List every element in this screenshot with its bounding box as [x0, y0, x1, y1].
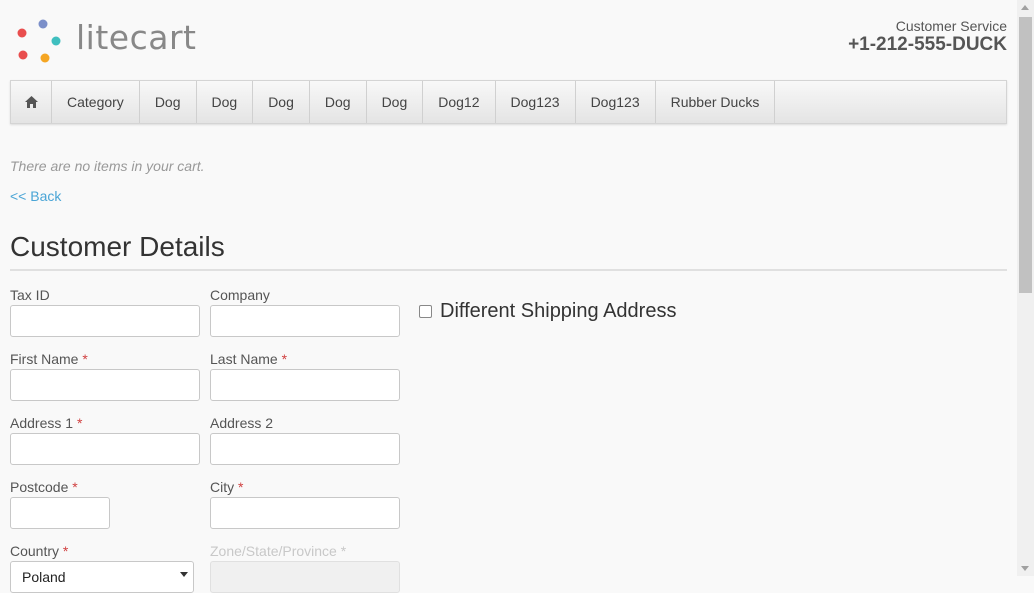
home-link[interactable]	[11, 81, 52, 123]
section-divider	[10, 269, 1007, 271]
address1-label-text: Address 1	[10, 415, 74, 431]
vertical-scrollbar[interactable]	[1017, 0, 1034, 576]
first-name-label-text: First Name	[10, 351, 79, 367]
required-marker: *	[82, 351, 88, 367]
menu-item-dog123[interactable]: Dog123	[576, 81, 656, 123]
last-name-label-text: Last Name	[210, 351, 278, 367]
required-marker: *	[72, 479, 78, 495]
tax-id-field[interactable]	[10, 305, 200, 337]
city-field[interactable]	[210, 497, 400, 529]
different-shipping-label: Different Shipping Address	[440, 300, 677, 322]
postcode-label: Postcode *	[10, 479, 78, 495]
required-marker: *	[238, 479, 244, 495]
logo-text: litecart	[76, 18, 197, 57]
menu-item-dog[interactable]: Dog	[197, 81, 254, 123]
postcode-field[interactable]	[10, 497, 110, 529]
company-label: Company	[210, 287, 270, 303]
site-menu: Category Dog Dog Dog Dog Dog Dog12 Dog12…	[10, 80, 1007, 124]
menu-item-dog123[interactable]: Dog123	[496, 81, 576, 123]
required-marker: *	[340, 543, 347, 559]
scrollbar-thumb[interactable]	[1019, 17, 1032, 293]
first-name-label: First Name *	[10, 351, 88, 367]
different-shipping-option[interactable]: Different Shipping Address	[419, 300, 676, 323]
zone-select[interactable]	[210, 561, 400, 593]
menu-item-dog[interactable]: Dog	[140, 81, 197, 123]
company-field[interactable]	[210, 305, 400, 337]
customer-details-title: Customer Details	[10, 231, 225, 262]
home-icon	[24, 96, 38, 108]
logo[interactable]: litecart	[14, 16, 224, 66]
menu-item-rubber-ducks[interactable]: Rubber Ducks	[656, 81, 776, 123]
required-marker: *	[62, 543, 69, 559]
back-link[interactable]: << Back	[10, 188, 61, 204]
postcode-label-text: Postcode	[10, 479, 69, 495]
country-label: Country *	[10, 543, 68, 559]
menu-item-dog12[interactable]: Dog12	[423, 81, 496, 123]
customer-service-label: Customer Service	[895, 18, 1007, 34]
last-name-field[interactable]	[210, 369, 400, 401]
menu-item-dog[interactable]: Dog	[253, 81, 310, 123]
required-marker: *	[76, 415, 83, 431]
different-shipping-checkbox[interactable]	[419, 305, 432, 318]
required-marker: *	[281, 351, 288, 367]
address1-label: Address 1 *	[10, 415, 82, 431]
scroll-up-arrow-icon[interactable]	[1021, 5, 1029, 10]
customer-service-phone: +1-212-555-DUCK	[848, 34, 1007, 55]
country-label-text: Country	[10, 543, 60, 559]
country-select-value: Poland	[22, 569, 66, 585]
last-name-label: Last Name *	[210, 351, 287, 367]
empty-cart-message: There are no items in your cart.	[10, 158, 205, 174]
scroll-down-arrow-icon[interactable]	[1021, 566, 1029, 571]
menu-item-category[interactable]: Category	[52, 81, 140, 123]
zone-label-text: Zone/State/Province	[210, 543, 337, 559]
city-label-text: City	[210, 479, 235, 495]
address1-field[interactable]	[10, 433, 200, 465]
first-name-field[interactable]	[10, 369, 200, 401]
chevron-down-icon	[180, 572, 188, 577]
tax-id-label: Tax ID	[10, 287, 50, 303]
city-label: City *	[210, 479, 243, 495]
menu-item-dog[interactable]: Dog	[367, 81, 424, 123]
menu-item-dog[interactable]: Dog	[310, 81, 367, 123]
address2-label: Address 2	[210, 415, 274, 431]
address2-field[interactable]	[210, 433, 400, 465]
logo-dots-icon	[17, 19, 61, 63]
zone-label: Zone/State/Province *	[210, 543, 346, 559]
customer-service: Customer Service +1-212-555-DUCK	[848, 18, 1007, 56]
